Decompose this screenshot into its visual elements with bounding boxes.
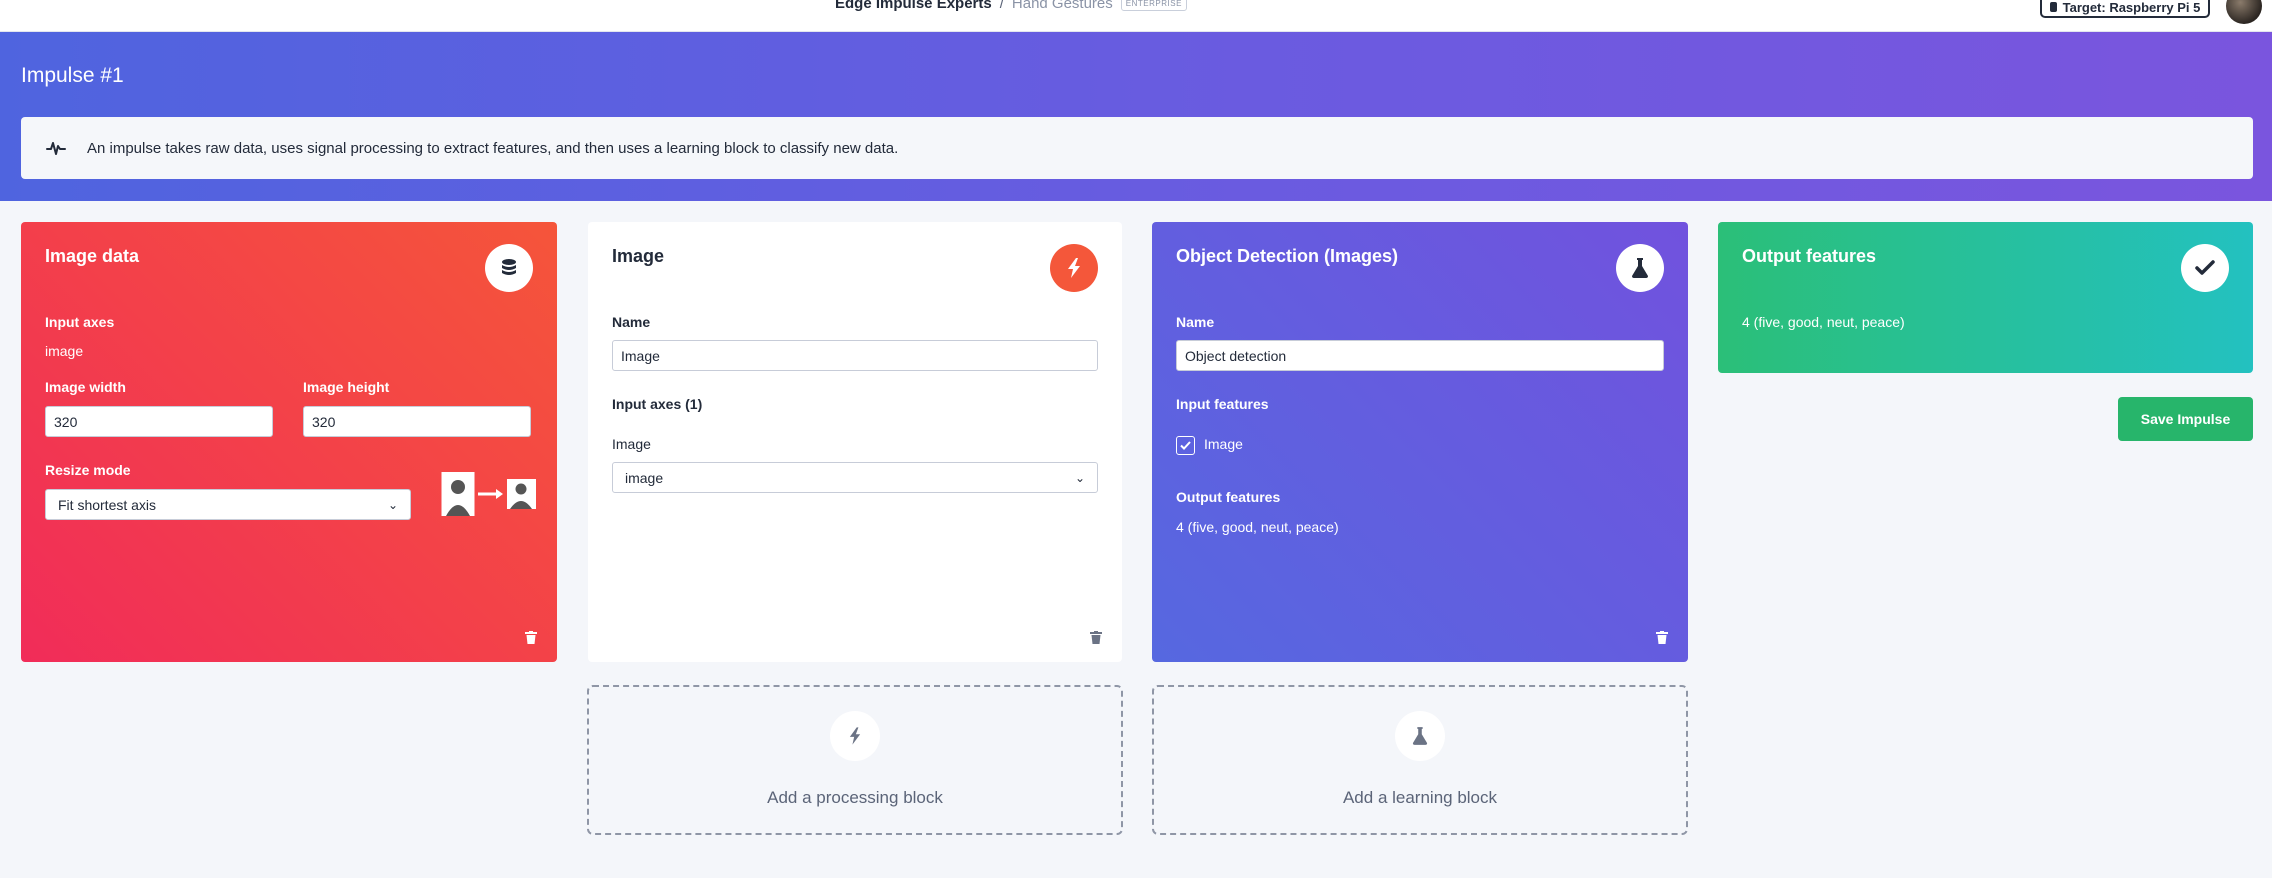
image-data-block: Image data Input axes image Image width … <box>21 222 557 662</box>
impulse-header: Impulse #1 An impulse takes raw data, us… <box>0 32 2272 201</box>
block-title: Image data <box>45 246 140 266</box>
chevron-down-icon: ⌄ <box>1074 470 1085 485</box>
resize-mode-select[interactable]: Fit shortest axis ⌄ <box>45 489 411 520</box>
save-impulse-button[interactable]: Save Impulse <box>2118 397 2253 441</box>
bolt-icon <box>830 711 880 761</box>
input-axes-label: Input axes (1) <box>612 396 703 412</box>
image-width-input[interactable]: 320 <box>45 406 273 437</box>
trash-icon[interactable] <box>1090 631 1102 644</box>
target-device-button[interactable]: Target: Raspberry Pi 5 <box>2040 0 2210 18</box>
add-processing-label: Add a processing block <box>767 788 943 807</box>
flask-icon <box>1395 711 1445 761</box>
enterprise-badge: ENTERPRISE <box>1120 0 1187 11</box>
block-title: Output features <box>1742 246 1877 266</box>
input-axes-value: image <box>45 343 84 359</box>
info-text: An impulse takes raw data, uses signal p… <box>87 139 899 157</box>
add-processing-block-button[interactable]: Add a processing block <box>587 685 1123 835</box>
output-features-value: 4 (five, good, neut, peace) <box>1176 519 1339 535</box>
input-features-label: Input features <box>1176 396 1269 412</box>
output-features-block: Output features 4 (five, good, neut, pea… <box>1718 222 2253 373</box>
resize-mode-label: Resize mode <box>45 462 131 478</box>
input-axes-label: Input axes <box>45 314 115 330</box>
top-bar: Edge Impulse Experts / Hand Gestures ENT… <box>0 0 2272 32</box>
bolt-icon <box>1050 244 1098 292</box>
breadcrumb-separator: / <box>999 0 1004 12</box>
avatar[interactable] <box>2226 0 2262 24</box>
chevron-down-icon: ⌄ <box>387 497 398 512</box>
resize-illustration-icon <box>441 472 536 516</box>
processing-block: Image Name Image Input axes (1) Image im… <box>588 222 1122 662</box>
page-title: Impulse #1 <box>21 64 124 87</box>
check-icon <box>2181 244 2229 292</box>
breadcrumb-subproject[interactable]: Hand Gestures <box>1012 0 1113 12</box>
add-learning-block-button[interactable]: Add a learning block <box>1152 685 1688 835</box>
input-feature-checkbox[interactable] <box>1176 436 1195 455</box>
resize-mode-value: Fit shortest axis <box>58 496 157 513</box>
breadcrumb-project[interactable]: Edge Impulse Experts <box>835 0 992 12</box>
input-feature-label: Image <box>1204 436 1243 452</box>
image-width-label: Image width <box>45 379 126 395</box>
learning-name-input[interactable]: Object detection <box>1176 340 1664 371</box>
target-device-label: Target: Raspberry Pi 5 <box>2062 0 2201 15</box>
axis-select-value: image <box>625 469 664 486</box>
name-label: Name <box>612 314 651 330</box>
flask-icon <box>1616 244 1664 292</box>
learning-block: Object Detection (Images) Name Object de… <box>1152 222 1688 662</box>
add-learning-label: Add a learning block <box>1342 788 1498 807</box>
waveform-icon <box>21 140 91 156</box>
axis-label: Image <box>612 436 651 452</box>
output-features-value: 4 (five, good, neut, peace) <box>1742 314 1905 330</box>
axis-select[interactable]: image ⌄ <box>612 462 1098 493</box>
device-icon <box>2049 2 2057 12</box>
image-height-input[interactable]: 320 <box>303 406 531 437</box>
block-title: Object Detection (Images) <box>1176 246 1399 266</box>
name-label: Name <box>1176 314 1215 330</box>
image-height-label: Image height <box>303 379 390 395</box>
output-features-label: Output features <box>1176 489 1281 505</box>
block-title: Image <box>612 246 665 266</box>
info-banner: An impulse takes raw data, uses signal p… <box>21 117 2253 179</box>
database-icon <box>485 244 533 292</box>
breadcrumb: Edge Impulse Experts / Hand Gestures ENT… <box>835 0 1187 12</box>
trash-icon[interactable] <box>1656 631 1668 644</box>
trash-icon[interactable] <box>525 631 537 644</box>
processing-name-input[interactable]: Image <box>612 340 1098 371</box>
